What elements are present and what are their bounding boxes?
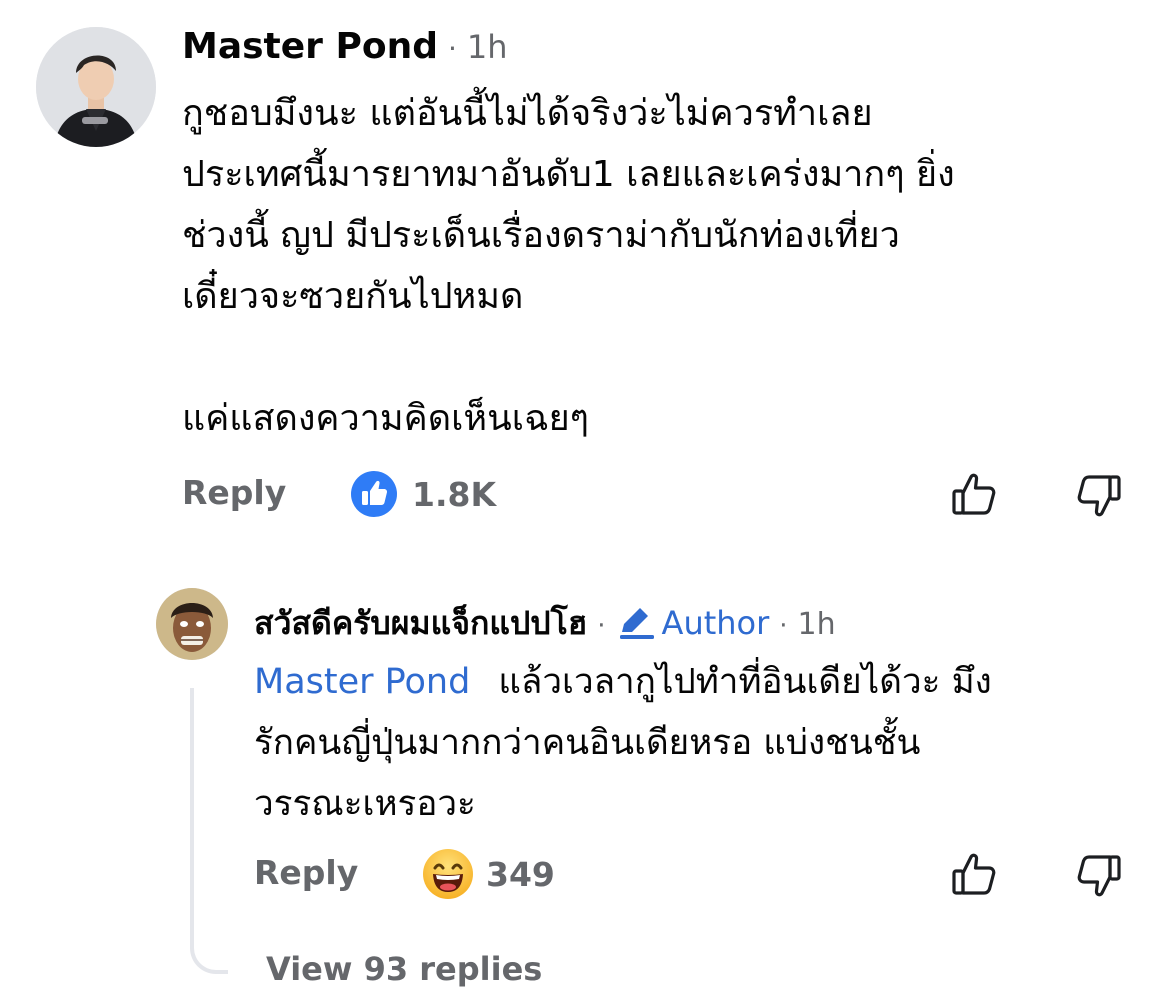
reply-line: รักคนญี่ปุ่นมากกว่าคนอินเดียหรอ แบ่งชนชั… xyxy=(254,723,921,763)
meta-separator: · xyxy=(447,32,457,65)
comment-header: Master Pond · 1h xyxy=(182,26,508,67)
comment-line: ประเทศนี้มารยาทมาอันดับ1 เลยและเคร่งมากๆ… xyxy=(182,154,955,195)
pencil-icon xyxy=(616,606,656,640)
thread-connector-line xyxy=(190,688,228,974)
meta-separator: · xyxy=(779,611,788,641)
author-badge: Author xyxy=(616,600,770,642)
reply-body: Master Pond แล้วเวลากูไปทำที่อินเดียได้วะ… xyxy=(254,652,992,835)
reply-header: สวัสดีครับผมแจ็กแปปโฮ · Author · 1h xyxy=(254,598,836,649)
downvote-button[interactable] xyxy=(1071,848,1127,904)
avatar-photo xyxy=(36,27,156,147)
comment-line: กูชอบมึงนะ แต่อันนี้ไม่ได้จริงว่ะไม่ควรท… xyxy=(182,93,873,134)
thumbs-up-icon xyxy=(952,853,996,895)
reaction-count: 1.8K xyxy=(412,474,497,514)
haha-reaction-icon xyxy=(422,848,474,900)
thumbs-down-icon xyxy=(1077,855,1121,897)
avatar-reply-author[interactable] xyxy=(156,588,228,660)
comment-body: กูชอบมึงนะ แต่อันนี้ไม่ได้จริงว่ะไม่ควรท… xyxy=(182,83,955,449)
like-reaction-icon xyxy=(350,470,398,518)
downvote-button[interactable] xyxy=(1071,468,1127,524)
reply-button[interactable]: Reply xyxy=(182,473,286,512)
reply-button[interactable]: Reply xyxy=(254,853,358,892)
comment-author-name[interactable]: Master Pond xyxy=(182,26,438,67)
reaction-summary[interactable]: 349 xyxy=(422,848,555,900)
avatar-master-pond[interactable] xyxy=(36,27,156,147)
reaction-summary[interactable]: 1.8K xyxy=(350,470,496,518)
comment-line: ช่วงนี้ ญป มีประเด็นเรื่องดราม่ากับนักท่… xyxy=(182,215,900,256)
upvote-button[interactable] xyxy=(946,466,1002,522)
thumbs-up-icon xyxy=(952,473,996,515)
reply-line: วรรณะเหรอวะ xyxy=(254,784,476,824)
avatar-photo xyxy=(156,588,228,660)
mention-link[interactable]: Master Pond xyxy=(254,662,470,702)
view-replies-link[interactable]: View 93 replies xyxy=(266,950,542,988)
thumbs-down-icon xyxy=(1077,475,1121,517)
reply-line: Master Pond แล้วเวลากูไปทำที่อินเดียได้วะ… xyxy=(254,652,992,713)
reply-author-name[interactable]: สวัสดีครับผมแจ็กแปปโฮ xyxy=(254,598,587,649)
reply-line-text: แล้วเวลากูไปทำที่อินเดียได้วะ มึง xyxy=(498,662,992,702)
comment-line: แค่แสดงความคิดเห็นเฉยๆ xyxy=(182,398,590,439)
reaction-count: 349 xyxy=(486,854,555,894)
meta-separator: · xyxy=(597,611,606,641)
reply-timestamp[interactable]: 1h xyxy=(798,607,836,642)
author-badge-label: Author xyxy=(661,604,770,642)
comment-timestamp[interactable]: 1h xyxy=(467,28,508,66)
upvote-button[interactable] xyxy=(946,846,1002,902)
comment-line: เดี๋ยวจะซวยกันไปหมด xyxy=(182,276,524,317)
